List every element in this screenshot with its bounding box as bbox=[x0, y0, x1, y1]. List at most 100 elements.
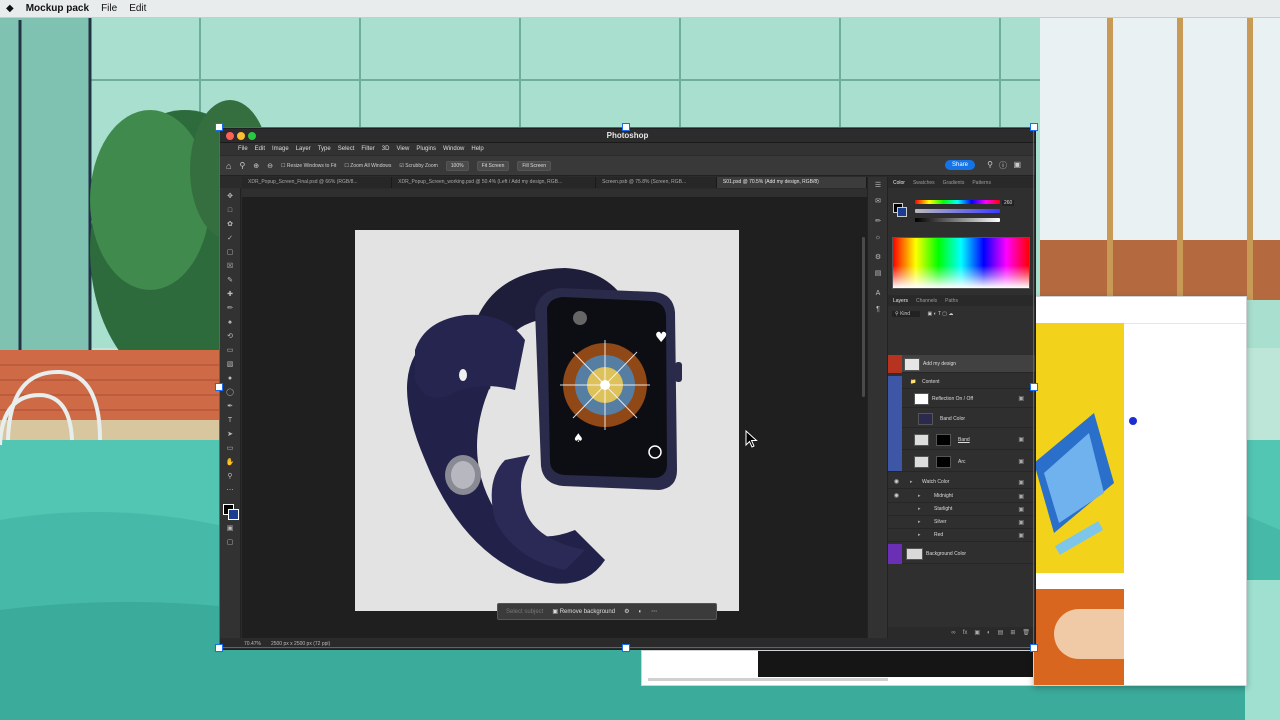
properties-icon[interactable]: ⚙ bbox=[873, 253, 883, 262]
color-spectrum[interactable] bbox=[892, 237, 1030, 289]
layer-row-silver[interactable]: ▸ Silver ▣ bbox=[888, 516, 1035, 529]
tab-channels[interactable]: Channels bbox=[916, 298, 937, 304]
layer-row-arc[interactable]: ◉ Arc ▣ bbox=[888, 452, 1035, 472]
gradient-tool-icon[interactable]: ▧ bbox=[225, 360, 235, 369]
resize-handle-middle-left[interactable] bbox=[215, 383, 223, 391]
saturation-slider[interactable] bbox=[915, 209, 1000, 213]
ps-menu-3d[interactable]: 3D bbox=[382, 146, 390, 152]
search-icon[interactable]: ⚲ bbox=[987, 160, 993, 169]
layer-filter-dropdown[interactable]: ⚲ Kind bbox=[892, 311, 921, 317]
zoom-level[interactable]: 70.47% bbox=[244, 641, 261, 647]
menu-edit[interactable]: Edit bbox=[129, 3, 146, 14]
quick-select-tool-icon[interactable]: ✓ bbox=[225, 234, 235, 243]
layer-row-red[interactable]: ▸ Red ▣ bbox=[888, 529, 1035, 542]
ps-menu-type[interactable]: Type bbox=[318, 146, 331, 152]
document-size[interactable]: 2500 px x 2500 px (72 ppi) bbox=[271, 641, 330, 647]
hand-tool-icon[interactable]: ✋ bbox=[225, 458, 235, 467]
crop-tool-icon[interactable]: ▢ bbox=[225, 248, 235, 257]
apple-icon[interactable]: ◆ bbox=[6, 3, 14, 14]
path-select-tool-icon[interactable]: ➤ bbox=[225, 430, 235, 439]
sidebar-dot[interactable] bbox=[1129, 417, 1137, 425]
ps-menu-window[interactable]: Window bbox=[443, 146, 464, 152]
zoom-in-icon[interactable]: ⊕ bbox=[253, 162, 259, 170]
brightness-slider[interactable] bbox=[915, 218, 1000, 222]
add-mask-icon[interactable]: ▣ bbox=[974, 629, 980, 636]
eraser-tool-icon[interactable]: ▭ bbox=[225, 346, 235, 355]
tab-swatches[interactable]: Swatches bbox=[913, 180, 935, 186]
resize-handle-middle-right[interactable] bbox=[1030, 383, 1038, 391]
select-subject-button[interactable]: Select subject bbox=[506, 609, 543, 615]
more-tools-icon[interactable]: ⋯ bbox=[225, 486, 235, 495]
tab-layers[interactable]: Layers bbox=[893, 298, 908, 304]
toggle-icon[interactable]: ◐ bbox=[638, 609, 642, 615]
healing-tool-icon[interactable]: ✚ bbox=[225, 290, 235, 299]
close-window-button[interactable] bbox=[226, 132, 234, 140]
resize-handle-top-left[interactable] bbox=[215, 123, 223, 131]
workspace-icon[interactable]: ▣ bbox=[1013, 160, 1021, 169]
resize-handle-top-center[interactable] bbox=[622, 123, 630, 131]
canvas-area[interactable]: ♥ ♠ bbox=[242, 197, 867, 638]
tab-document-2[interactable]: XDR_Popup_Screen_working.psd @ 50.4% (Le… bbox=[392, 177, 597, 188]
fill-screen-button[interactable]: Fill Screen bbox=[517, 160, 551, 171]
minimize-window-button[interactable] bbox=[237, 132, 245, 140]
remove-background-button[interactable]: ▣ Remove background bbox=[552, 608, 615, 615]
tab-paths[interactable]: Paths bbox=[945, 298, 958, 304]
adjustments-icon[interactable]: ☼ bbox=[873, 233, 883, 242]
shape-tool-icon[interactable]: ▭ bbox=[225, 444, 235, 453]
history-brush-tool-icon[interactable]: ⟲ bbox=[225, 332, 235, 341]
resize-handle-bottom-left[interactable] bbox=[215, 644, 223, 652]
zoom-all-checkbox[interactable]: ☐ Zoom All Windows bbox=[344, 163, 391, 169]
pen-tool-icon[interactable]: ✒ bbox=[225, 402, 235, 411]
tab-gradients[interactable]: Gradients bbox=[943, 180, 965, 186]
app-name-menu[interactable]: Mockup pack bbox=[26, 3, 89, 14]
background-browser-window[interactable] bbox=[1033, 296, 1247, 686]
character-icon[interactable]: A bbox=[873, 289, 883, 298]
fx-icon[interactable]: fx bbox=[963, 630, 968, 636]
zoom-tool-icon[interactable]: ⚲ bbox=[239, 161, 245, 170]
filter-type-icon[interactable]: T bbox=[938, 311, 941, 317]
ps-menu-filter[interactable]: Filter bbox=[361, 146, 374, 152]
eyedropper-tool-icon[interactable]: ✎ bbox=[225, 276, 235, 285]
help-icon[interactable]: ⓘ bbox=[999, 160, 1007, 171]
ps-menu-file[interactable]: File bbox=[238, 146, 248, 152]
layer-row-midnight[interactable]: ◉ ▸ Midnight ▣ bbox=[888, 490, 1035, 503]
fit-screen-button[interactable]: Fit Screen bbox=[476, 160, 510, 171]
comments-panel-icon[interactable]: ✉ bbox=[873, 197, 883, 206]
history-panel-icon[interactable]: ☰ bbox=[873, 181, 883, 190]
adjust-icon[interactable]: ⚙ bbox=[624, 608, 629, 615]
zoom-tool-panel-icon[interactable]: ⚲ bbox=[225, 472, 235, 481]
browser-image-yellow[interactable] bbox=[1034, 323, 1124, 573]
tab-document-1[interactable]: XDR_Popup_Screen_Final.psd @ 66% (RGB/8.… bbox=[242, 177, 393, 188]
filter-smart-icon[interactable]: ☁ bbox=[948, 311, 953, 317]
ps-menu-plugins[interactable]: Plugins bbox=[416, 146, 436, 152]
new-group-icon[interactable]: ▤ bbox=[998, 629, 1004, 636]
libraries-icon[interactable]: ▤ bbox=[873, 269, 883, 278]
scrubby-zoom-checkbox[interactable]: ☑ Scrubby Zoom bbox=[399, 163, 437, 169]
hue-slider[interactable] bbox=[915, 200, 1000, 204]
layer-row-add-my-design[interactable]: Add my design bbox=[888, 355, 1035, 373]
frame-tool-icon[interactable]: ☒ bbox=[225, 262, 235, 271]
color-bg-swatch[interactable] bbox=[897, 207, 907, 217]
new-layer-icon[interactable]: ⊞ bbox=[1010, 629, 1015, 636]
resize-handle-bottom-center[interactable] bbox=[622, 644, 630, 652]
ps-menu-image[interactable]: Image bbox=[272, 146, 289, 152]
ps-menu-view[interactable]: View bbox=[396, 146, 409, 152]
type-tool-icon[interactable]: T bbox=[225, 416, 235, 425]
background-color-swatch[interactable] bbox=[228, 509, 239, 520]
layer-row-band-color[interactable]: Band Color bbox=[888, 410, 1035, 428]
paragraph-icon[interactable]: ¶ bbox=[873, 305, 883, 314]
move-tool-icon[interactable]: ✥ bbox=[225, 192, 235, 201]
marquee-tool-icon[interactable]: □ bbox=[225, 206, 235, 215]
brush-settings-icon[interactable]: ✏ bbox=[873, 217, 883, 226]
resize-handle-bottom-right[interactable] bbox=[1030, 644, 1038, 652]
tab-document-4[interactable]: S01.psd @ 70.5% (Add my design, RGB/8) bbox=[716, 177, 867, 188]
screen-mode-icon[interactable]: ▢ bbox=[225, 538, 235, 547]
new-adjustment-icon[interactable]: ◐ bbox=[987, 630, 991, 636]
more-options-icon[interactable]: ⋯ bbox=[651, 608, 657, 615]
layer-row-reflection[interactable]: ◉ Reflection On / Off ▣ bbox=[888, 390, 1035, 408]
stamp-tool-icon[interactable]: ♠ bbox=[225, 318, 235, 327]
window-titlebar[interactable]: Photoshop bbox=[220, 129, 1035, 143]
filter-pixel-icon[interactable]: ▣ bbox=[927, 311, 932, 317]
ps-menu-help[interactable]: Help bbox=[471, 146, 483, 152]
zoom-window-button[interactable] bbox=[248, 132, 256, 140]
